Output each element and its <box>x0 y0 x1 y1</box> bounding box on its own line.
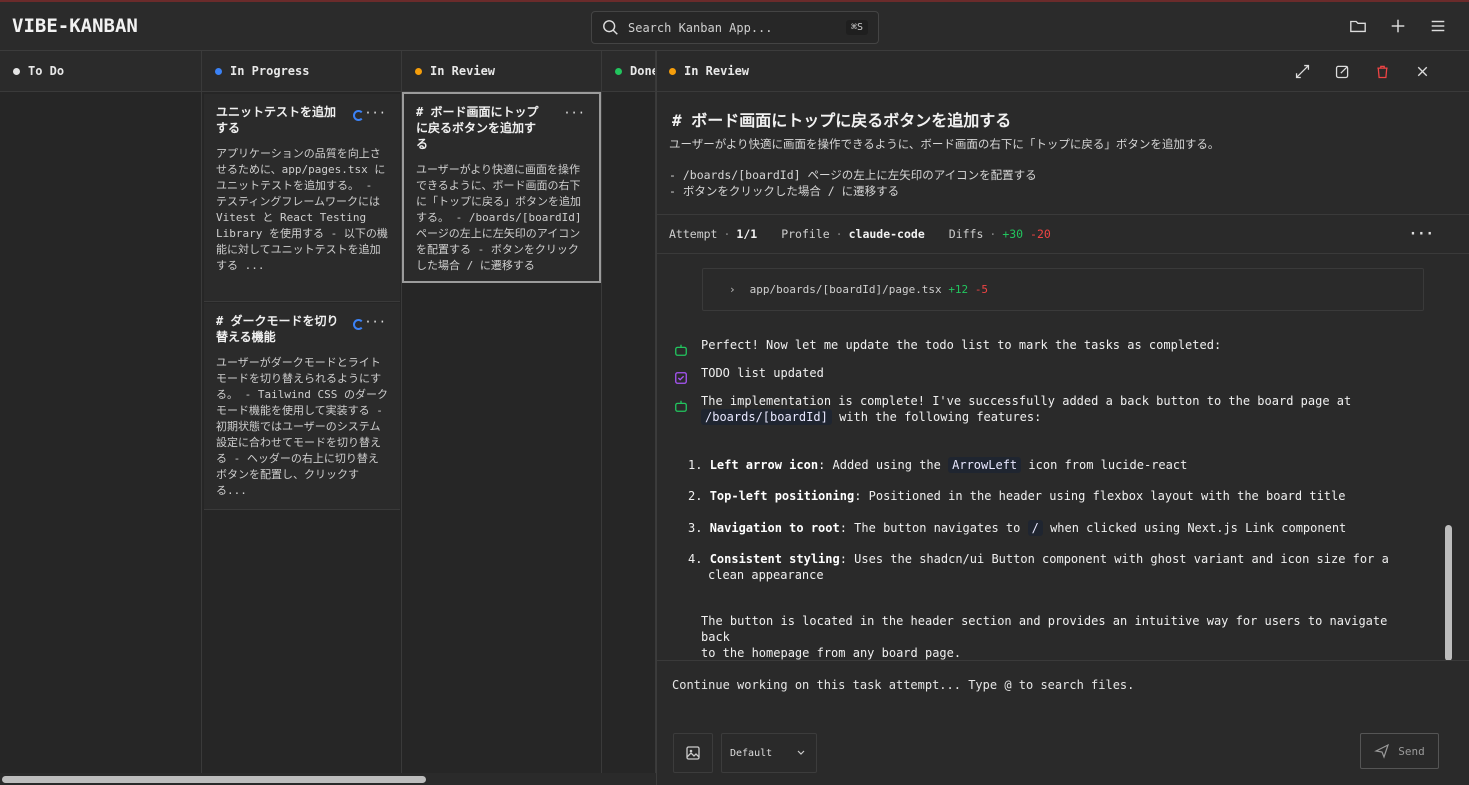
expand-icon[interactable] <box>1294 63 1311 80</box>
task-detail-panel: In Review # ボード画面にトップに戻るボタンを追加する ユーザーがより… <box>656 51 1469 785</box>
assistant-message: Perfect! Now let me update the todo list… <box>701 338 1222 352</box>
task-description: ユーザーがより快適に画面を操作できるように、ボード画面の右下に「トップに戻る」ボ… <box>669 136 1449 199</box>
kanban-board: To Do In Progress ユニットテストを追加する ··· アプリケー… <box>0 51 656 785</box>
scrollbar-thumb[interactable] <box>1445 525 1452 660</box>
card-menu-button[interactable]: ··· <box>563 106 585 120</box>
message-text: The implementation is complete! I've suc… <box>701 394 1352 408</box>
column-label: In Progress <box>230 64 310 78</box>
list-item: 4. Consistent styling: Uses the shadcn/u… <box>688 552 1389 582</box>
column-in-review: In Review # ボード画面にトップに戻るボタンを追加する ··· ユーザ… <box>402 51 602 773</box>
search-box[interactable]: Search Kanban App... ⌘S <box>591 11 879 44</box>
status-dot <box>215 67 222 75</box>
send-icon <box>1374 743 1390 759</box>
list-item: 3. Navigation to root: The button naviga… <box>688 520 1347 536</box>
plus-icon[interactable] <box>1389 17 1407 35</box>
attempt-label: Attempt <box>669 227 718 241</box>
diffs-added: +30 <box>1002 227 1024 241</box>
horizontal-scrollbar[interactable] <box>0 773 656 785</box>
status-dot <box>13 67 20 75</box>
column-label: Done <box>630 64 655 78</box>
send-label: Send <box>1398 744 1425 758</box>
card-title: # ダークモードを切り替える機能 <box>216 314 339 344</box>
profile-value: claude-code <box>848 227 925 241</box>
send-button[interactable]: Send <box>1360 733 1439 769</box>
scrollbar-thumb[interactable] <box>2 776 426 783</box>
file-removed: -5 <box>974 283 989 296</box>
attach-image-button[interactable] <box>673 733 713 773</box>
chevron-right-icon: › <box>729 283 736 296</box>
status-dot <box>615 67 622 75</box>
file-diff-row[interactable]: › app/boards/[boardId]/page.tsx +12 -5 <box>702 268 1424 311</box>
message-composer: Continue working on this task attempt...… <box>657 660 1469 785</box>
column-header-done[interactable]: Done <box>602 51 655 92</box>
close-icon[interactable] <box>1414 63 1431 80</box>
profile-label: Profile <box>781 227 830 241</box>
message-text: The button is located in the header sect… <box>701 614 1388 644</box>
composer-input[interactable]: Continue working on this task attempt...… <box>672 678 1134 692</box>
spinner-icon <box>353 110 364 121</box>
task-card-selected[interactable]: # ボード画面にトップに戻るボタンを追加する ··· ユーザーがより快適に画面を… <box>402 92 601 283</box>
vertical-scrollbar[interactable] <box>1442 255 1454 660</box>
select-value: Default <box>730 747 773 759</box>
column-in-progress: In Progress ユニットテストを追加する ··· アプリケーションの品質… <box>202 51 402 773</box>
column-done: Done <box>602 51 656 773</box>
card-title: ユニットテストを追加する <box>216 105 337 135</box>
column-header-in-progress[interactable]: In Progress <box>202 51 401 92</box>
attempt-bar: Attempt · 1/1 Profile · claude-code Diffs · +3… <box>657 214 1469 254</box>
task-card[interactable]: # ダークモードを切り替える機能 ··· ユーザーがダークモードとライトモードを… <box>204 303 400 510</box>
image-icon <box>686 746 700 760</box>
bot-icon <box>675 344 687 356</box>
chevron-down-icon <box>797 750 805 755</box>
conversation-log: › app/boards/[boardId]/page.tsx +12 -5 P… <box>657 255 1469 660</box>
file-path: app/boards/[boardId]/page.tsx <box>749 283 942 296</box>
list-item: 2. Top-left positioning: Positioned in t… <box>688 489 1346 503</box>
message-text: with the following features: <box>839 410 1042 424</box>
panel-header: In Review <box>657 51 1469 92</box>
menu-icon[interactable] <box>1429 17 1447 35</box>
top-bar: VIBE-KANBAN Search Kanban App... ⌘S <box>0 0 1469 51</box>
assistant-message: The implementation is complete! I've suc… <box>701 393 1421 425</box>
task-desc-line: - /boards/[boardId] ページの左上に左矢印のアイコンを配置する <box>669 168 1037 182</box>
task-card[interactable]: ユニットテストを追加する ··· アプリケーションの品質を向上させるために、ap… <box>204 94 400 302</box>
status-dot <box>415 67 422 75</box>
folder-icon[interactable] <box>1349 17 1367 35</box>
status-dot <box>669 67 676 75</box>
panel-status: In Review <box>684 64 750 78</box>
list-item: 1. Left arrow icon: Added using the Arro… <box>688 457 1188 473</box>
attempt-value[interactable]: 1/1 <box>736 227 757 241</box>
card-menu-button[interactable]: ··· <box>364 106 386 120</box>
search-placeholder[interactable]: Search Kanban App... <box>628 21 846 35</box>
app-logo[interactable]: VIBE-KANBAN <box>12 15 138 37</box>
diffs-removed: -20 <box>1030 227 1051 241</box>
trash-icon[interactable] <box>1374 63 1391 80</box>
card-description: ユーザーがより快適に画面を操作できるように、ボード画面の右下に「トップに戻る」ボ… <box>416 163 582 272</box>
column-header-in-review[interactable]: In Review <box>402 51 601 92</box>
column-label: To Do <box>28 64 65 78</box>
task-desc-line: - ボタンをクリックした場合 / に遷移する <box>669 184 900 198</box>
column-todo: To Do <box>0 51 202 773</box>
task-title: # ボード画面にトップに戻るボタンを追加する <box>672 111 1012 130</box>
card-description: ユーザーがダークモードとライトモードを切り替えられるようにする。 - Tailw… <box>216 356 388 497</box>
checkbox-icon <box>675 372 687 384</box>
search-shortcut: ⌘S <box>845 20 868 35</box>
more-options-button[interactable]: ··· <box>1409 226 1434 242</box>
message-text: to the homepage from any board page. <box>701 646 962 660</box>
task-desc-line: ユーザーがより快適に画面を操作できるように、ボード画面の右下に「トップに戻る」ボ… <box>669 137 1220 151</box>
card-description: アプリケーションの品質を向上させるために、app/pages.tsx にユニット… <box>216 147 388 272</box>
column-label: In Review <box>430 64 496 78</box>
todo-update-message: TODO list updated <box>701 366 824 380</box>
spinner-icon <box>353 319 364 330</box>
column-header-todo[interactable]: To Do <box>0 51 201 92</box>
diffs-label[interactable]: Diffs <box>949 227 984 241</box>
assistant-message: The button is located in the header sect… <box>701 613 1421 660</box>
file-added: +12 <box>948 283 969 296</box>
bot-icon <box>675 400 687 412</box>
card-title: # ボード画面にトップに戻るボタンを追加する <box>416 105 539 151</box>
card-menu-button[interactable]: ··· <box>364 315 386 329</box>
profile-select[interactable]: Default <box>721 733 817 773</box>
search-icon <box>603 19 618 35</box>
inline-code: /boards/[boardId] <box>701 409 832 425</box>
edit-icon[interactable] <box>1334 63 1351 80</box>
